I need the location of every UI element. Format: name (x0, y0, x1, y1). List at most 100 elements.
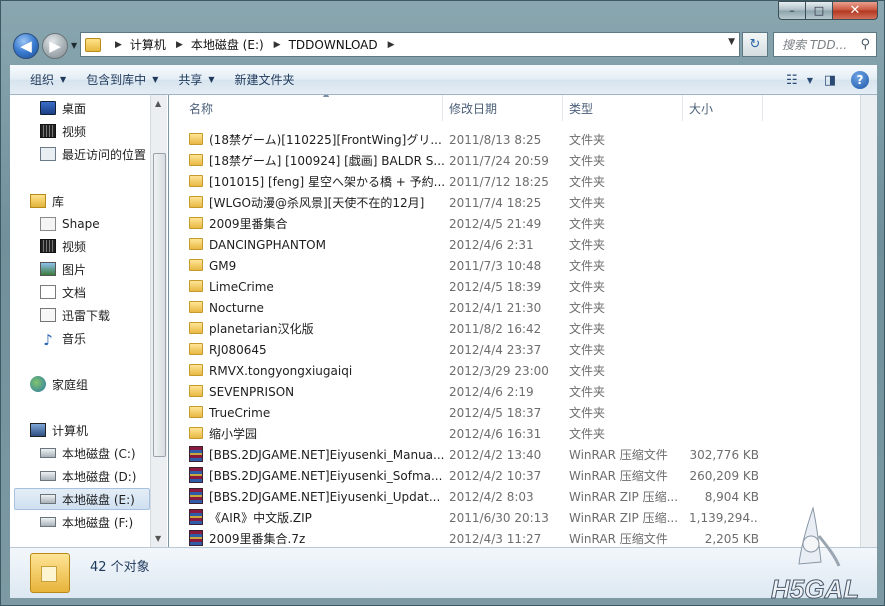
desktop-icon (40, 101, 56, 115)
preview-pane-icon[interactable]: ◨ (819, 69, 841, 91)
sidebar-item-lib-videos[interactable]: 视频 (40, 235, 168, 257)
include-in-library-menu[interactable]: 包含到库中 ▼ (86, 71, 158, 88)
file-date: 2012/4/6 2:19 (449, 384, 534, 399)
file-date: 2011/7/12 18:25 (449, 174, 549, 189)
file-row[interactable]: RMVX.tongyongxiugaiqi 2012/3/29 23:00 文件夹 (183, 360, 763, 381)
column-header-size[interactable]: 大小 (683, 95, 763, 121)
file-type: 文件夹 (569, 217, 606, 231)
video-icon (40, 124, 56, 138)
scroll-down-icon[interactable]: ▼ (155, 534, 161, 543)
folder-icon (189, 385, 203, 397)
breadcrumb-root-arrow[interactable]: ▶ (105, 40, 130, 50)
breadcrumb-computer[interactable]: 计算机 ▶ (130, 36, 191, 53)
sidebar-item-libraries[interactable]: 库 (30, 190, 168, 212)
file-date: 2012/4/6 16:31 (449, 426, 542, 441)
file-type: WinRAR ZIP 压缩... (569, 511, 679, 525)
winrar-icon (189, 530, 203, 546)
column-header-name[interactable]: 名称▲ (183, 95, 443, 121)
sidebar-item-drive-f[interactable]: 本地磁盘 (F:) (40, 511, 168, 533)
file-row[interactable]: DANCINGPHANTOM 2012/4/6 2:31 文件夹 (183, 234, 763, 255)
sidebar-item-videos[interactable]: 视频 (40, 120, 168, 142)
address-bar[interactable]: ▶ 计算机 ▶ 本地磁盘 (E:) ▶ TDDOWNLOAD ▶ ▼ (80, 32, 740, 57)
file-row[interactable]: 2009里番集合 2012/4/5 21:49 文件夹 (183, 213, 763, 234)
maximize-button[interactable]: □ (805, 1, 832, 20)
folder-icon (189, 364, 203, 376)
file-row[interactable]: [BBS.2DJGAME.NET]Eiyusenki_Manua... 2012/… (183, 444, 763, 465)
breadcrumb-drive-e[interactable]: 本地磁盘 (E:) ▶ (191, 36, 289, 53)
scroll-up-icon[interactable]: ▲ (155, 99, 161, 108)
file-row[interactable]: 缩小学园 2012/4/6 16:31 文件夹 (183, 423, 763, 444)
refresh-button[interactable]: ↻ (742, 32, 768, 57)
new-folder-button[interactable]: 新建文件夹 (235, 71, 295, 88)
recent-pages-dropdown[interactable]: ▼ (71, 41, 77, 50)
sidebar-item-shape[interactable]: Shape (40, 213, 168, 235)
back-button[interactable]: ◀ (13, 33, 39, 59)
file-name: SEVENPRISON (209, 384, 295, 399)
hard-drive-icon (40, 448, 56, 458)
search-input[interactable]: 搜索 TDD... ⚲ (773, 32, 877, 57)
organize-menu[interactable]: 组织 ▼ (30, 71, 66, 88)
sidebar-item-pictures[interactable]: 图片 (40, 258, 168, 280)
folder-icon (189, 133, 203, 145)
column-header-date[interactable]: 修改日期 (443, 95, 563, 121)
h5gal-watermark-logo: H5GAL (771, 506, 860, 602)
file-row[interactable]: 《AIR》中文版.ZIP 2011/6/30 20:13 WinRAR ZIP 压缩… (183, 507, 763, 528)
winrar-icon (189, 488, 203, 504)
file-date: 2012/4/3 11:27 (449, 531, 542, 546)
picture-icon (40, 262, 56, 276)
file-row[interactable]: RJ080645 2012/4/4 23:37 文件夹 (183, 339, 763, 360)
file-row[interactable]: TrueCrime 2012/4/5 18:37 文件夹 (183, 402, 763, 423)
file-date: 2012/4/5 18:39 (449, 279, 542, 294)
sidebar-item-documents[interactable]: 文档 (40, 281, 168, 303)
sidebar-item-homegroup[interactable]: 家庭组 (30, 373, 168, 395)
file-row[interactable]: GM9 2011/7/3 10:48 文件夹 (183, 255, 763, 276)
sidebar-item-recent-places[interactable]: 最近访问的位置 (40, 143, 168, 165)
folder-icon (189, 196, 203, 208)
folder-icon (189, 406, 203, 418)
file-date: 2012/3/29 23:00 (449, 363, 549, 378)
file-row[interactable]: 2009里番集合.7z 2012/4/3 11:27 WinRAR 压缩文件 2,20… (183, 528, 763, 547)
file-row[interactable]: SEVENPRISON 2012/4/6 2:19 文件夹 (183, 381, 763, 402)
file-date: 2012/4/4 23:37 (449, 342, 542, 357)
file-list-scrollbar[interactable] (860, 95, 877, 547)
sidebar-item-desktop[interactable]: 桌面 (40, 97, 168, 119)
sidebar-item-thunder-downloads[interactable]: 迅雷下载 (40, 304, 168, 326)
view-options-icon[interactable]: ☷ (781, 69, 803, 91)
file-row[interactable]: LimeCrime 2012/4/5 18:39 文件夹 (183, 276, 763, 297)
sidebar-scroll-thumb[interactable] (153, 153, 166, 457)
file-name: GM9 (209, 258, 237, 273)
help-icon[interactable]: ? (851, 71, 869, 89)
sidebar-item-drive-d[interactable]: 本地磁盘 (D:) (40, 465, 168, 487)
file-row[interactable]: planetarian汉化版 2011/8/2 16:42 文件夹 (183, 318, 763, 339)
file-type: 文件夹 (569, 427, 606, 441)
close-button[interactable]: ✕ (832, 1, 878, 20)
file-date: 2012/4/6 2:31 (449, 237, 534, 252)
sidebar-item-drive-e[interactable]: 本地磁盘 (E:) (14, 488, 150, 510)
minimize-button[interactable]: – (778, 1, 805, 20)
file-type: 文件夹 (569, 154, 606, 168)
folder-icon (189, 280, 203, 292)
file-row[interactable]: [101015] [feng] 星空へ架かる橋 + 予約... 2011/7/12… (183, 171, 763, 192)
file-row[interactable]: [18禁ゲーム] [100924] [戯画] BALDR S... 2011/7/… (183, 150, 763, 171)
forward-button[interactable]: ▶ (42, 33, 68, 59)
file-row[interactable]: Nocturne 2012/4/1 21:30 文件夹 (183, 297, 763, 318)
computer-icon (30, 423, 46, 437)
view-dropdown-icon[interactable]: ▼ (807, 76, 813, 85)
file-row[interactable]: [WLGO动漫@杀风景][天使不在的12月] 2011/7/4 18:25 文件夹 (183, 192, 763, 213)
breadcrumb-tddownload[interactable]: TDDOWNLOAD ▶ (289, 38, 403, 52)
file-size: 8,904 KB (704, 489, 759, 504)
file-row[interactable]: [BBS.2DJGAME.NET]Eiyusenki_Updat... 2012/… (183, 486, 763, 507)
folder-icon (189, 259, 203, 271)
file-row[interactable]: [BBS.2DJGAME.NET]Eiyusenki_Sofma... 2012/… (183, 465, 763, 486)
sidebar-item-drive-c[interactable]: 本地磁盘 (C:) (40, 442, 168, 464)
address-history-dropdown[interactable]: ▼ (728, 37, 735, 47)
sidebar-item-music[interactable]: ♪ 音乐 (40, 327, 168, 349)
share-menu[interactable]: 共享 ▼ (178, 71, 214, 88)
column-header-type[interactable]: 类型 (563, 95, 683, 121)
details-pane: 42 个对象 (10, 547, 877, 598)
sidebar-scrollbar[interactable]: ▲ ▼ (150, 95, 167, 547)
sidebar-item-computer[interactable]: 计算机 (30, 419, 168, 441)
file-row[interactable]: (18禁ゲーム)[110225][FrontWing]グリ... 2011/8/1… (183, 129, 763, 150)
navigation-pane: 桌面 视频 最近访问的位置 库 Shape 视频 图片 文档 迅雷下载 ♪ 音乐 … (10, 95, 168, 547)
search-icon[interactable]: ⚲ (860, 37, 870, 52)
